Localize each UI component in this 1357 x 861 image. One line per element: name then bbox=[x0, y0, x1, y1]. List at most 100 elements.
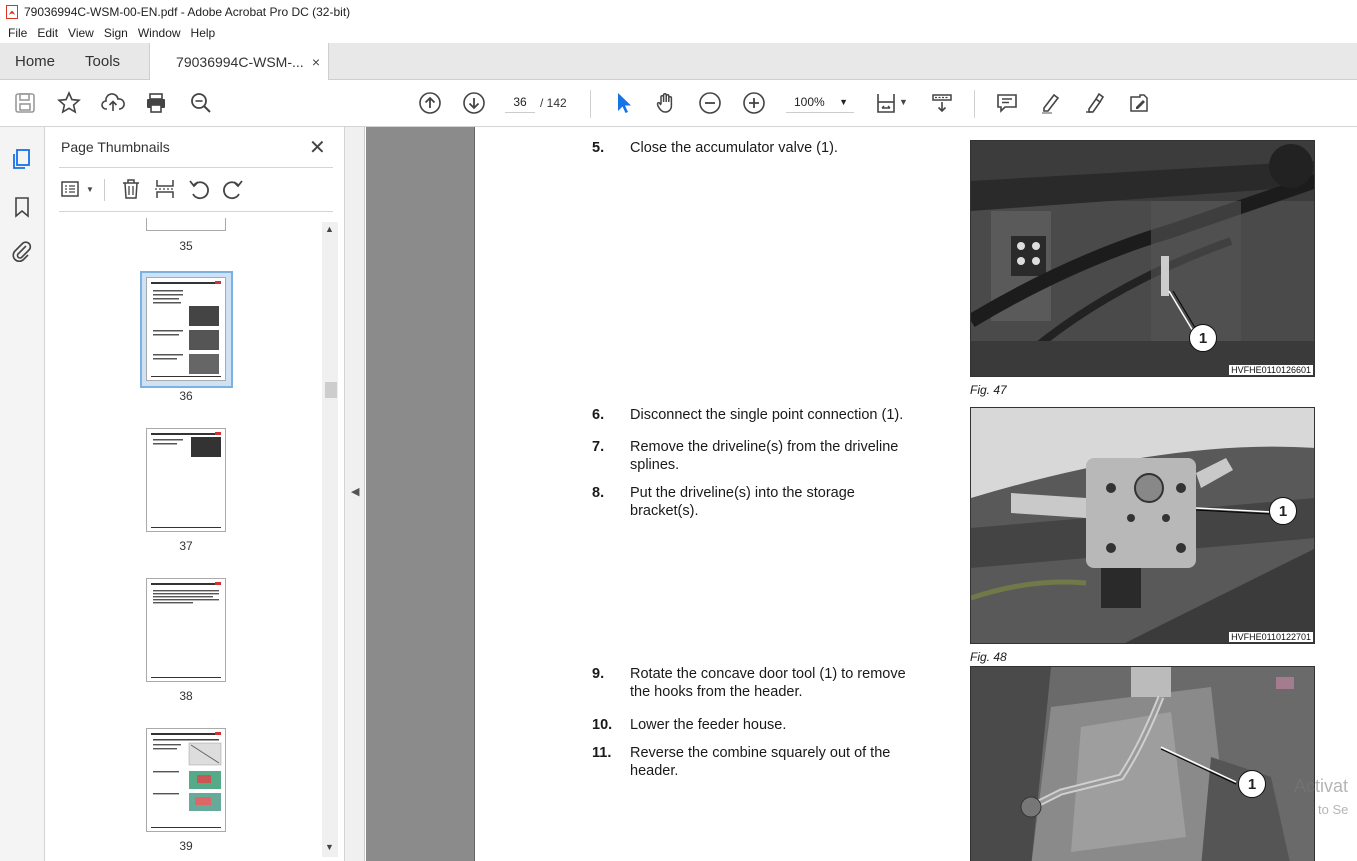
scroll-mode-icon[interactable] bbox=[929, 90, 955, 116]
panel-title: Page Thumbnails bbox=[61, 139, 170, 155]
callout-marker: 1 bbox=[1269, 497, 1297, 525]
thumbnail-options-icon[interactable] bbox=[59, 177, 83, 201]
acrobat-icon bbox=[6, 4, 18, 19]
panel-divider bbox=[59, 211, 333, 212]
thumbnail-label: 37 bbox=[179, 539, 193, 553]
tab-bar: Home Tools 79036994C-WSM-... × bbox=[0, 43, 1357, 81]
step-text: Put the driveline(s) into the storage br… bbox=[630, 485, 855, 519]
thumbnail-page-36[interactable] bbox=[146, 277, 226, 381]
step-text: Lower the feeder house. bbox=[630, 717, 787, 733]
rotate-counterclockwise-icon[interactable] bbox=[187, 177, 211, 201]
panel-collapse-handle[interactable]: ◀ bbox=[345, 127, 365, 861]
scroll-up-icon[interactable]: ▲ bbox=[325, 224, 334, 234]
comment-icon[interactable] bbox=[994, 90, 1020, 116]
thumbnail-label: 38 bbox=[179, 689, 193, 703]
menu-window[interactable]: Window bbox=[133, 26, 186, 40]
step-number: 8. bbox=[592, 485, 605, 501]
thumbnail-label: 35 bbox=[179, 239, 193, 253]
step-number: 9. bbox=[592, 666, 605, 682]
window-title: 79036994C-WSM-00-EN.pdf - Adobe Acrobat … bbox=[24, 4, 351, 19]
page-fit-dropdown-icon[interactable]: ▼ bbox=[899, 97, 908, 107]
zoom-in-icon[interactable] bbox=[741, 90, 767, 116]
toolbar-divider bbox=[590, 90, 591, 118]
thumbnail-scrollbar[interactable]: ▲ ▼ bbox=[322, 222, 338, 857]
previous-page-icon[interactable] bbox=[417, 90, 443, 116]
scrollbar-thumb[interactable] bbox=[325, 382, 337, 398]
zoom-value: 100% bbox=[794, 95, 825, 109]
menu-sign[interactable]: Sign bbox=[99, 26, 133, 40]
title-bar: 79036994C-WSM-00-EN.pdf - Adobe Acrobat … bbox=[0, 0, 1357, 23]
figure-47-photo: 1 HVFHE0110126601 bbox=[970, 140, 1315, 377]
edit-pdf-icon[interactable] bbox=[1126, 90, 1152, 116]
menu-help[interactable]: Help bbox=[186, 26, 221, 40]
step-number: 6. bbox=[592, 407, 605, 423]
menu-edit[interactable]: Edit bbox=[32, 26, 63, 40]
menu-file[interactable]: File bbox=[3, 26, 32, 40]
thumbnail-page-37[interactable] bbox=[146, 428, 226, 532]
document-tab-label: 79036994C-WSM-... bbox=[176, 54, 304, 70]
figure-caption: Fig. 48 bbox=[970, 650, 1007, 664]
callout-marker: 1 bbox=[1189, 324, 1217, 352]
bookmark-star-icon[interactable] bbox=[56, 90, 82, 116]
zoom-level-select[interactable]: 100% ▼ bbox=[786, 91, 854, 113]
save-icon[interactable] bbox=[12, 90, 38, 116]
callout-marker: 1 bbox=[1238, 770, 1266, 798]
next-page-icon[interactable] bbox=[461, 90, 487, 116]
pdf-page: 5. Close the accumulator valve (1). 6. D… bbox=[474, 127, 1357, 861]
upload-cloud-icon[interactable] bbox=[100, 90, 126, 116]
tab-home[interactable]: Home bbox=[0, 43, 70, 79]
step-number: 11. bbox=[592, 745, 612, 761]
thumbnail-page-35[interactable] bbox=[146, 218, 226, 231]
select-cursor-icon[interactable] bbox=[610, 90, 636, 116]
figure-caption: Fig. 47 bbox=[970, 383, 1007, 397]
step-text: Rotate the concave door tool (1) to remo… bbox=[630, 666, 906, 700]
figure-code: HVFHE0110122701 bbox=[1229, 632, 1313, 642]
menu-bar: File Edit View Sign Window Help bbox=[0, 23, 1357, 43]
activation-watermark-sub: to Se bbox=[1318, 802, 1349, 817]
bookmarks-icon[interactable] bbox=[10, 195, 34, 219]
search-zoom-icon[interactable] bbox=[188, 90, 214, 116]
document-viewer[interactable]: 5. Close the accumulator valve (1). 6. D… bbox=[366, 127, 1357, 861]
chevron-down-icon[interactable]: ▼ bbox=[86, 185, 94, 194]
chevron-down-icon: ▼ bbox=[839, 97, 848, 107]
extract-page-icon[interactable] bbox=[153, 177, 177, 201]
zoom-out-icon[interactable] bbox=[697, 90, 723, 116]
menu-view[interactable]: View bbox=[63, 26, 99, 40]
hand-tool-icon[interactable] bbox=[653, 90, 679, 116]
highlight-pen-icon[interactable] bbox=[1038, 90, 1064, 116]
page-number-input[interactable]: 36 bbox=[505, 91, 535, 113]
page-total: / 142 bbox=[540, 96, 567, 110]
panel-divider bbox=[59, 167, 333, 168]
sign-pen-icon[interactable] bbox=[1082, 90, 1108, 116]
step-text: Reverse the combine squarely out of the … bbox=[630, 745, 891, 779]
page-thumbnails-icon[interactable] bbox=[10, 147, 34, 171]
tab-document[interactable]: 79036994C-WSM-... × bbox=[149, 43, 330, 81]
close-panel-icon[interactable]: ✕ bbox=[309, 135, 326, 160]
thumbnail-label: 39 bbox=[179, 839, 193, 853]
close-tab-icon[interactable]: × bbox=[312, 54, 320, 70]
collapse-arrow-icon: ◀ bbox=[351, 486, 360, 498]
figure-49-photo: 1 bbox=[970, 666, 1315, 861]
step-text: Close the accumulator valve (1). bbox=[630, 140, 838, 156]
figure-code: HVFHE0110126601 bbox=[1229, 365, 1313, 375]
attachments-icon[interactable] bbox=[10, 239, 34, 263]
thumbnail-label: 36 bbox=[179, 389, 193, 403]
step-number: 10. bbox=[592, 717, 613, 733]
thumbnail-page-39[interactable] bbox=[146, 728, 226, 832]
rotate-clockwise-icon[interactable] bbox=[221, 177, 245, 201]
page-fit-icon[interactable] bbox=[873, 90, 899, 116]
figure-48-photo: 1 HVFHE0110122701 bbox=[970, 407, 1315, 644]
tab-tools[interactable]: Tools bbox=[70, 43, 135, 79]
print-icon[interactable] bbox=[143, 90, 169, 116]
step-text: Disconnect the single point connection (… bbox=[630, 407, 904, 423]
tool-divider bbox=[104, 179, 105, 201]
activation-watermark: Activat bbox=[1294, 776, 1349, 796]
step-number: 5. bbox=[592, 140, 605, 156]
thumbnail-page-38[interactable] bbox=[146, 578, 226, 682]
toolbar-divider bbox=[974, 90, 975, 118]
thumbnail-panel: Page Thumbnails ✕ ▼ 35 36 37 38 39 ▲ ▼ bbox=[45, 127, 345, 861]
scroll-down-icon[interactable]: ▼ bbox=[325, 842, 334, 852]
delete-page-icon[interactable] bbox=[119, 177, 143, 201]
navigation-rail bbox=[0, 127, 45, 861]
step-number: 7. bbox=[592, 439, 605, 455]
